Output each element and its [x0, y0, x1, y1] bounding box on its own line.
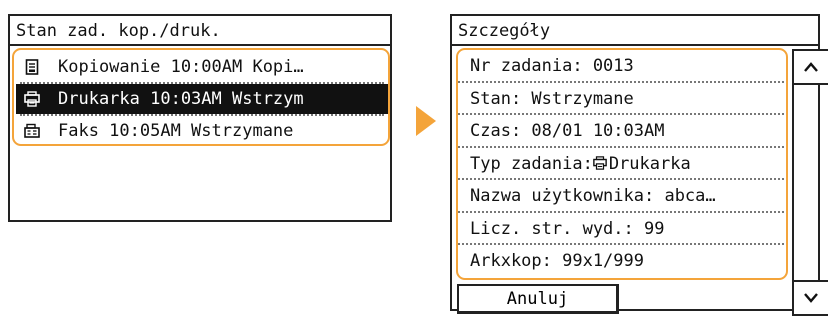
transition-arrow-icon: [416, 106, 436, 136]
job-type-value: Drukarka: [608, 153, 691, 174]
chevron-down-icon: [804, 293, 818, 303]
detail-status: Stan: Wstrzymane: [458, 83, 784, 115]
job-type-label: Typ zadania:: [470, 153, 593, 174]
scroll-up-button[interactable]: [792, 49, 828, 85]
title-divider: [10, 44, 390, 46]
fax-icon: [24, 123, 40, 138]
detail-job-number: Nr zadania: 0013: [458, 50, 784, 83]
cancel-button[interactable]: Anuluj: [457, 284, 619, 314]
detail-pages: Licz. str. wyd.: 99: [458, 213, 784, 245]
job-row-printer[interactable]: Drukarka 10:03AM Wstrzym: [16, 84, 388, 114]
details-list: Nr zadania: 0013 Stan: Wstrzymane Czas: …: [458, 50, 784, 278]
job-row-label: Drukarka 10:03AM Wstrzym: [58, 89, 304, 109]
job-row-label: Faks 10:05AM Wstrzymane: [58, 121, 294, 141]
printer-icon: [593, 155, 607, 170]
title-divider: [452, 44, 818, 46]
detail-time: Czas: 08/01 10:03AM: [458, 115, 784, 148]
printer-icon: [24, 91, 40, 107]
screen-title: Szczegóły: [458, 21, 551, 41]
detail-sheets-copies: Arkxkop: 99x1/999: [470, 251, 644, 271]
scroll-down-button[interactable]: [792, 280, 828, 316]
scrollbar-track[interactable]: [792, 82, 828, 282]
job-row-copy[interactable]: Kopiowanie 10:00AM Kopi…: [16, 52, 388, 82]
job-status-screen: Stan zad. kop./druk. Kopiowanie 10:00AM …: [8, 14, 392, 222]
copy-icon: [25, 59, 39, 75]
screen-title: Stan zad. kop./druk.: [16, 21, 221, 41]
detail-user-name: Nazwa użytkownika: abca…: [458, 180, 784, 213]
details-screen: Szczegóły Nr zadania: 0013 Stan: Wstrzym…: [450, 14, 828, 316]
job-list: Kopiowanie 10:00AM Kopi… Drukarka 10:03A…: [16, 52, 388, 146]
job-row-label: Kopiowanie 10:00AM Kopi…: [58, 57, 304, 77]
job-row-fax[interactable]: Faks 10:05AM Wstrzymane: [16, 116, 388, 146]
chevron-up-icon: [804, 62, 818, 72]
detail-job-type: Typ zadania: Drukarka: [458, 148, 784, 180]
